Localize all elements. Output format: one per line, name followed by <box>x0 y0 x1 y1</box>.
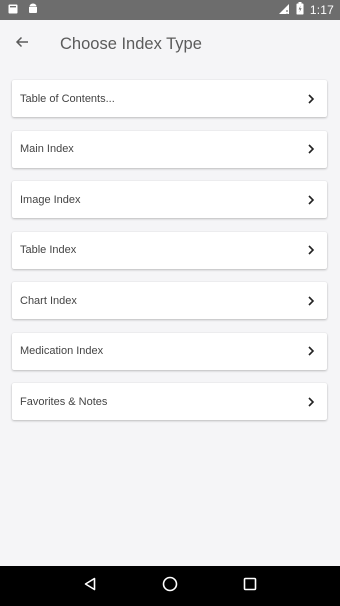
index-item-medication-index[interactable]: Medication Index <box>12 332 327 370</box>
android-icon <box>28 1 38 19</box>
chevron-right-icon <box>307 295 315 306</box>
nav-recents-button[interactable] <box>235 571 265 601</box>
signal-icon <box>278 3 290 18</box>
index-item-label: Medication Index <box>20 345 104 357</box>
index-type-list: Table of Contents... Main Index Image In… <box>12 80 327 434</box>
index-item-label: Table of Contents... <box>20 92 115 105</box>
status-right: 1:17 <box>278 2 334 18</box>
nav-home-button[interactable] <box>155 571 185 601</box>
notification-icon <box>8 1 18 19</box>
index-item-label: Table Index <box>20 244 77 256</box>
recents-square-icon <box>243 577 257 596</box>
status-left <box>8 1 38 19</box>
back-triangle-icon <box>83 577 97 596</box>
index-item-label: Favorites & Notes <box>20 395 108 408</box>
battery-icon <box>296 2 304 18</box>
index-item-label: Main Index <box>20 143 74 155</box>
arrow-back-icon <box>15 35 29 54</box>
index-item-table-index[interactable]: Table Index <box>12 231 327 269</box>
index-item-chart-index[interactable]: Chart Index <box>12 282 327 319</box>
back-button[interactable] <box>0 20 44 68</box>
index-item-label: Image Index <box>20 193 81 206</box>
index-item-label: Chart Index <box>20 294 77 307</box>
home-circle-icon <box>162 576 178 597</box>
chevron-right-icon <box>307 194 315 205</box>
chevron-right-icon <box>307 245 315 255</box>
chevron-right-icon <box>307 396 315 407</box>
index-item-main-index[interactable]: Main Index <box>12 130 327 168</box>
index-item-favorites-notes[interactable]: Favorites & Notes <box>12 383 327 420</box>
chevron-right-icon <box>307 144 315 154</box>
index-item-image-index[interactable]: Image Index <box>12 181 327 218</box>
chevron-right-icon <box>307 346 315 356</box>
nav-back-button[interactable] <box>75 571 105 601</box>
app-bar: Choose Index Type <box>0 20 340 68</box>
status-bar: 1:17 <box>0 0 340 20</box>
status-time: 1:17 <box>309 3 334 17</box>
index-item-table-of-contents[interactable]: Table of Contents... <box>12 80 327 117</box>
page-title: Choose Index Type <box>60 34 202 53</box>
chevron-right-icon <box>307 93 315 104</box>
system-nav-bar <box>0 566 340 606</box>
